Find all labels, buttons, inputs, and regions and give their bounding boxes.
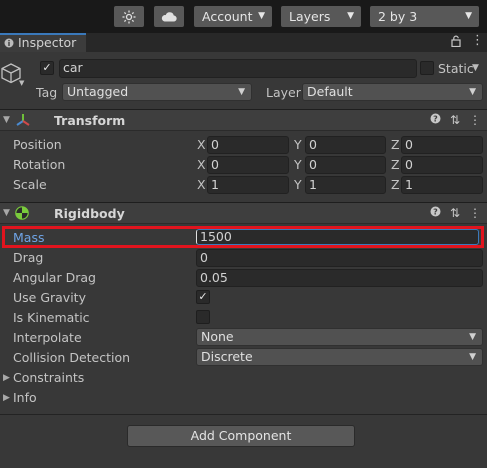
rigidbody-title: Rigidbody [54,206,125,221]
is-kinematic-checkbox[interactable] [196,310,210,324]
interpolate-value: None [201,329,234,344]
svg-text:?: ? [433,115,438,124]
collision-detection-label: Collision Detection [13,350,131,365]
svg-text:?: ? [433,208,438,217]
collision-detection-dropdown[interactable]: Discrete ▼ [196,348,483,366]
drag-field[interactable]: 0 [196,249,483,267]
use-gravity-checkbox[interactable]: ✓ [196,290,210,304]
rotation-x-field[interactable]: 0 [207,156,289,174]
static-label: Static [438,61,474,76]
scale-x-field[interactable]: 1 [207,176,289,194]
layout-label: 2 by 3 [378,9,418,24]
presets-icon[interactable]: ⇅ [450,113,460,127]
lighting-settings-icon[interactable] [114,6,144,27]
more-options-icon[interactable]: ⋮ [469,113,481,127]
is-kinematic-label: Is Kinematic [13,310,90,325]
axis-z-label: Z [391,137,400,152]
foldout-arrow-icon[interactable]: ▼ [3,115,10,125]
transform-header[interactable]: ▼ Transform ? ⇅ ⋮ [0,109,487,131]
axis-x-label: X [197,157,206,172]
rotation-label: Rotation [13,157,66,172]
layer-dropdown[interactable]: Default ▼ [302,83,483,101]
scale-z-field[interactable]: 1 [401,176,483,194]
axis-x-label: X [197,137,206,152]
axis-z-label: Z [391,177,400,192]
chevron-down-icon: ▼ [258,11,265,21]
more-options-icon[interactable]: ⋮ [471,33,484,48]
use-gravity-label: Use Gravity [13,290,86,305]
icon-dropdown-arrow-icon[interactable]: ▼ [19,79,24,87]
account-dropdown[interactable]: Account ▼ [194,6,272,27]
constraints-foldout[interactable]: Constraints [13,370,84,385]
interpolate-dropdown[interactable]: None ▼ [196,328,483,346]
layer-value: Default [307,84,353,99]
axis-y-label: Y [294,177,302,192]
layers-dropdown[interactable]: Layers ▼ [281,6,361,27]
collision-detection-value: Discrete [201,349,253,364]
rigidbody-header[interactable]: ▼ Rigidbody ? ⇅ ⋮ [0,202,487,224]
transform-title: Transform [54,113,126,128]
active-checkbox[interactable]: ✓ [40,61,54,75]
foldout-arrow-icon[interactable]: ▼ [3,208,10,218]
layer-label: Layer [266,85,301,100]
tag-value: Untagged [67,84,129,99]
static-checkbox[interactable] [420,61,434,75]
position-y-field[interactable]: 0 [305,136,386,154]
foldout-arrow-icon[interactable]: ▶ [3,393,10,403]
axis-x-label: X [197,177,206,192]
angular-drag-label: Angular Drag [13,270,96,285]
rigidbody-icon [15,206,29,223]
info-icon [4,36,14,52]
layout-dropdown[interactable]: 2 by 3 ▼ [370,6,479,27]
static-dropdown-arrow-icon[interactable]: ▼ [472,63,479,73]
foldout-arrow-icon[interactable]: ▶ [3,373,10,383]
divider [0,414,487,415]
help-icon[interactable]: ? [430,206,441,220]
info-foldout[interactable]: Info [13,390,37,405]
tag-label: Tag [36,85,58,100]
help-icon[interactable]: ? [430,113,441,127]
tag-dropdown[interactable]: Untagged ▼ [62,83,252,101]
drag-label: Drag [13,250,44,265]
chevron-down-icon: ▼ [465,11,472,21]
scale-label: Scale [13,177,47,192]
highlight-box [2,226,484,248]
chevron-down-icon: ▼ [347,11,354,21]
interpolate-label: Interpolate [13,330,82,345]
position-z-field[interactable]: 0 [401,136,483,154]
presets-icon[interactable]: ⇅ [450,206,460,220]
rotation-z-field[interactable]: 0 [401,156,483,174]
position-label: Position [13,137,62,152]
rotation-y-field[interactable]: 0 [305,156,386,174]
chevron-down-icon: ▼ [238,87,245,97]
axis-z-label: Z [391,157,400,172]
position-x-field[interactable]: 0 [207,136,289,154]
cloud-icon[interactable] [154,6,184,27]
chevron-down-icon: ▼ [469,352,476,362]
tab-label: Inspector [18,35,77,50]
add-component-button[interactable]: Add Component [127,425,355,447]
axis-y-label: Y [294,137,302,152]
layers-label: Layers [289,9,331,24]
angular-drag-field[interactable]: 0.05 [196,269,483,287]
tab-inspector[interactable]: Inspector [0,33,86,52]
axis-y-label: Y [294,157,302,172]
chevron-down-icon: ▼ [469,87,476,97]
lock-icon[interactable] [451,35,461,50]
scale-y-field[interactable]: 1 [305,176,386,194]
chevron-down-icon: ▼ [469,332,476,342]
transform-icon [15,113,31,130]
more-options-icon[interactable]: ⋮ [469,206,481,220]
toolbar: Account ▼ Layers ▼ 2 by 3 ▼ [0,0,487,33]
object-name-field[interactable]: car [59,59,417,78]
account-label: Account [202,9,253,24]
